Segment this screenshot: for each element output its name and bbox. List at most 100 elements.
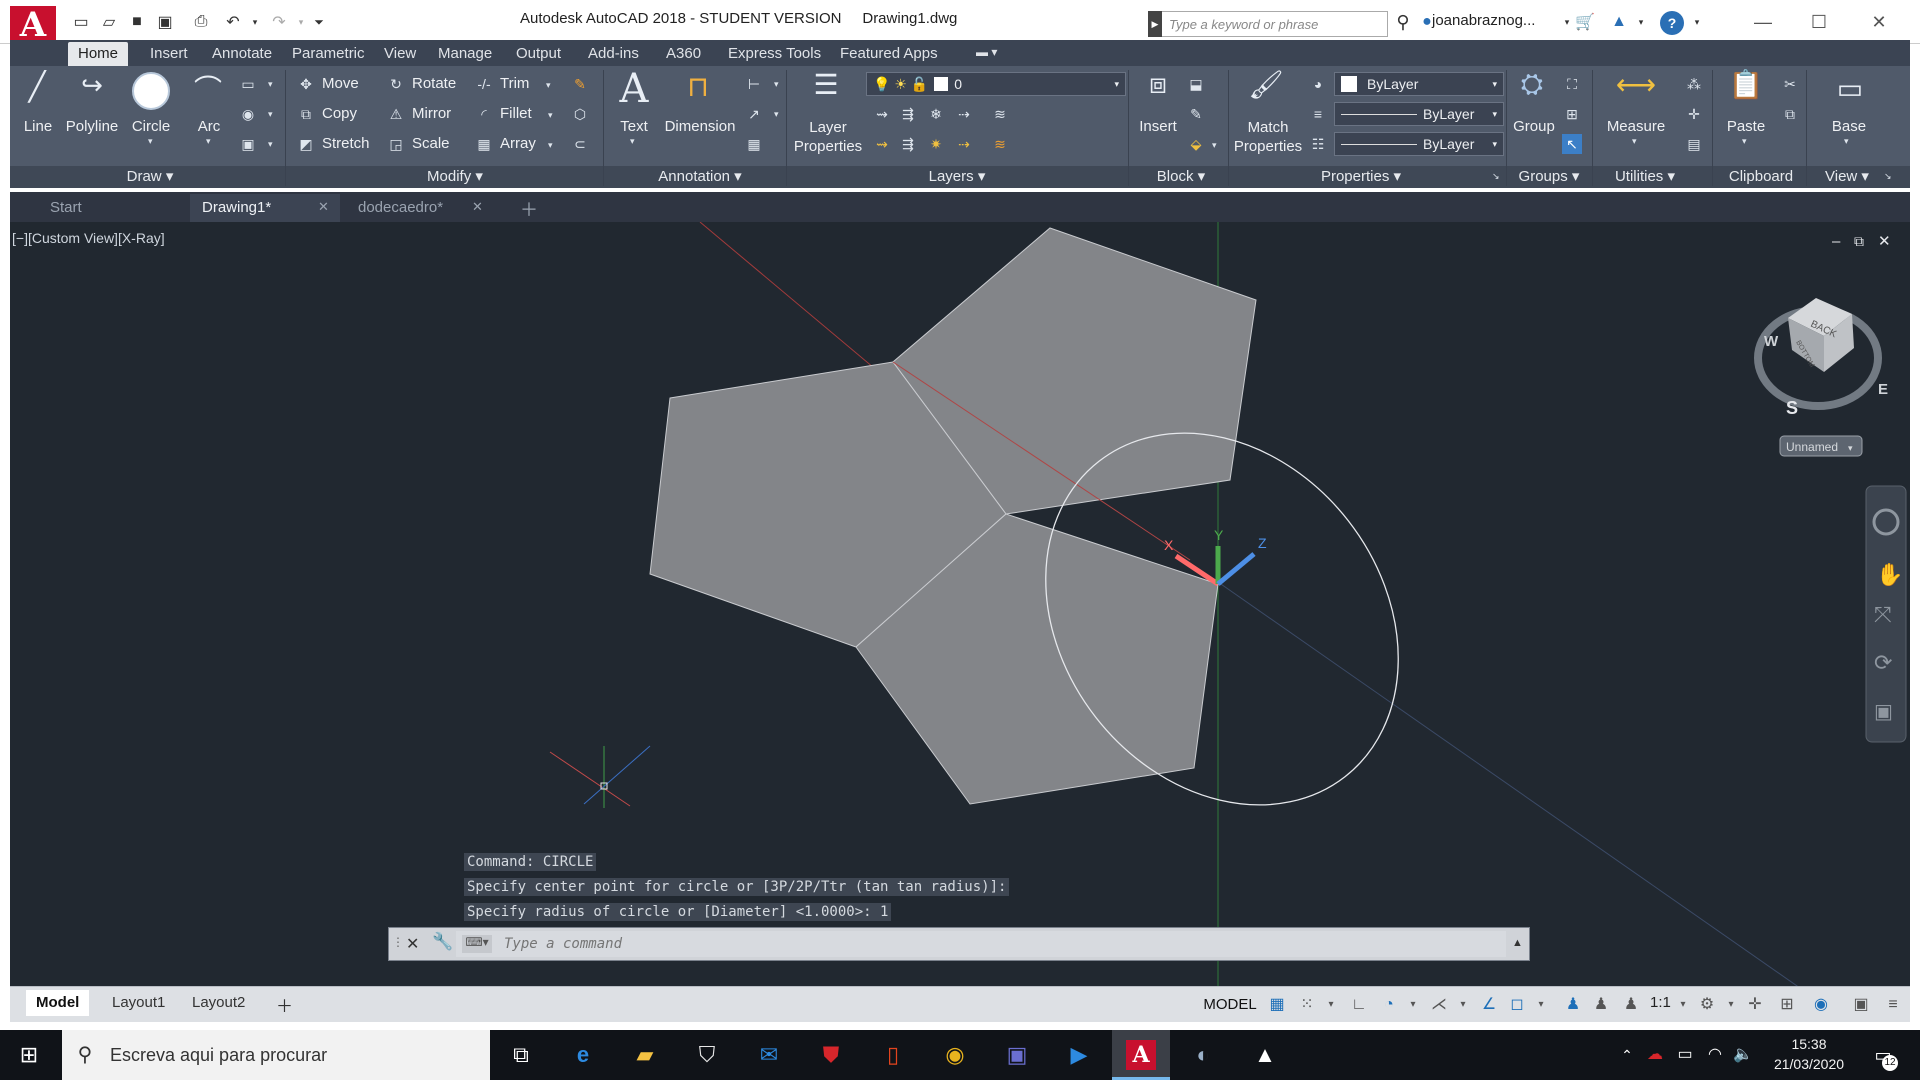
- edit-attributes-icon[interactable]: ⬙: [1186, 134, 1206, 154]
- draw-panel-title[interactable]: Draw ▾: [110, 167, 190, 187]
- auto-scale-icon[interactable]: ♟: [1590, 994, 1612, 1016]
- close-dodecaedro-icon[interactable]: ✕: [472, 199, 483, 215]
- snap-dropdown-icon[interactable]: ▾: [1320, 994, 1342, 1016]
- a360-icon[interactable]: ▲: [1608, 12, 1630, 32]
- compass-west[interactable]: W: [1764, 333, 1779, 350]
- tab-start[interactable]: Start: [38, 194, 186, 222]
- edit-attributes-dropdown-icon[interactable]: ▾: [1212, 140, 1217, 151]
- isodraft-dropdown-icon[interactable]: ▾: [1452, 994, 1474, 1016]
- calculator-icon[interactable]: ▤: [1684, 134, 1704, 154]
- show-hidden-icons[interactable]: ⌃: [1612, 1040, 1642, 1070]
- tab-insert[interactable]: Insert: [140, 42, 198, 66]
- layer-dropdown[interactable]: 💡 ☀ 🔓 0 ▾: [866, 72, 1126, 96]
- dimension-tool[interactable]: Dimension: [660, 118, 740, 135]
- close-drawing1-icon[interactable]: ✕: [318, 199, 329, 215]
- trim-tool[interactable]: Trim: [500, 75, 529, 92]
- layer-on-icon[interactable]: ⇝: [872, 134, 892, 154]
- open-icon[interactable]: ▱: [98, 12, 120, 32]
- new-icon[interactable]: ▭: [70, 12, 92, 32]
- measure-dropdown-icon[interactable]: ▾: [1632, 136, 1637, 147]
- volume-icon[interactable]: 🔈: [1728, 1040, 1758, 1070]
- properties-dialog-launcher-icon[interactable]: ↘: [1492, 171, 1500, 182]
- viewport-restore-icon[interactable]: ⧉: [1854, 234, 1864, 250]
- text-tool[interactable]: Text: [612, 118, 656, 135]
- tab-parametric[interactable]: Parametric: [282, 42, 375, 66]
- pan-icon[interactable]: ✋: [1876, 562, 1903, 588]
- tab-output[interactable]: Output: [506, 42, 571, 66]
- polar-icon[interactable]: ◔: [1378, 994, 1400, 1016]
- tab-manage[interactable]: Manage: [428, 42, 502, 66]
- drawing-canvas[interactable]: X Y Z BACK BOTTOM W E S Unnamed ▾ ✋ ⤧ ⟳ …: [10, 222, 1910, 988]
- text-dropdown-icon[interactable]: ▾: [630, 136, 635, 147]
- paste-dropdown-icon[interactable]: ▾: [1742, 136, 1747, 147]
- copy-clip-icon[interactable]: ⧉: [1780, 104, 1800, 124]
- viewport-close-icon[interactable]: ✕: [1878, 232, 1891, 250]
- utilities-panel-title[interactable]: Utilities ▾: [1600, 167, 1690, 187]
- copy-tool[interactable]: Copy: [322, 105, 357, 122]
- linear-dimension-dropdown-icon[interactable]: ▾: [774, 79, 779, 90]
- isodraft-icon[interactable]: ⋌: [1428, 994, 1450, 1016]
- circle-dropdown-icon[interactable]: ▾: [148, 136, 153, 147]
- layers-panel-title[interactable]: Layers ▾: [912, 167, 1002, 187]
- compass-south[interactable]: S: [1786, 398, 1798, 418]
- rotate-tool[interactable]: Rotate: [412, 75, 456, 92]
- command-history-toggle-icon[interactable]: ▲: [1512, 937, 1523, 949]
- layer-isolate-icon[interactable]: ⇶: [898, 104, 918, 124]
- zoom-extents-icon[interactable]: ⤧: [1874, 603, 1892, 628]
- circle-tool[interactable]: Circle: [124, 118, 178, 135]
- move-tool[interactable]: Move: [322, 75, 359, 92]
- sign-in-username[interactable]: joanabraznog...: [1432, 12, 1535, 29]
- hardware-acceleration-icon[interactable]: ◉: [1810, 994, 1832, 1016]
- undo-dropdown-icon[interactable]: ▾: [244, 12, 266, 32]
- model-space-button[interactable]: MODEL: [1202, 992, 1258, 1016]
- cart-icon[interactable]: 🛒: [1574, 12, 1596, 32]
- trim-dropdown-icon[interactable]: ▾: [546, 80, 551, 91]
- scale-dropdown-icon[interactable]: ▾: [1672, 994, 1694, 1016]
- color-dropdown[interactable]: ByLayer ▾: [1334, 72, 1504, 96]
- mail-icon[interactable]: ✉: [754, 1040, 784, 1070]
- groups-panel-title[interactable]: Groups ▾: [1512, 167, 1586, 187]
- store-icon[interactable]: ⛉: [692, 1040, 722, 1070]
- save-icon[interactable]: ■: [126, 12, 148, 32]
- add-layout-icon[interactable]: ＋: [266, 990, 303, 1016]
- customization-menu-icon[interactable]: ≡: [1882, 994, 1904, 1016]
- object-snap-dropdown-icon[interactable]: ▾: [1530, 994, 1552, 1016]
- command-line-grip-icon[interactable]: ⋮: [392, 935, 404, 949]
- tab-add-ins[interactable]: Add-ins: [578, 42, 649, 66]
- customize-quick-access-icon[interactable]: ⏷: [308, 12, 330, 32]
- group-tool[interactable]: Group: [1510, 118, 1558, 135]
- command-close-icon[interactable]: ✕: [406, 934, 419, 954]
- ortho-icon[interactable]: ∟: [1348, 994, 1370, 1016]
- layer-properties-tool[interactable]: Layer Properties: [790, 118, 866, 156]
- tab-layout1[interactable]: Layout1: [102, 990, 175, 1016]
- table-icon[interactable]: ▦: [744, 134, 764, 154]
- help-icon[interactable]: ?: [1660, 11, 1684, 35]
- leader-icon[interactable]: ↗: [744, 104, 764, 124]
- arc-tool[interactable]: Arc: [190, 118, 228, 135]
- linetype-dropdown[interactable]: ByLayer ▾: [1334, 132, 1504, 156]
- maximize-button[interactable]: ☐: [1796, 6, 1842, 38]
- offset-icon[interactable]: ⊂: [570, 134, 590, 154]
- layer-match-icon[interactable]: ≋: [990, 104, 1010, 124]
- color-wheel-icon[interactable]: ◕: [1308, 74, 1328, 94]
- command-customize-icon[interactable]: 🔧: [432, 932, 453, 952]
- polar-dropdown-icon[interactable]: ▾: [1402, 994, 1424, 1016]
- photos-icon[interactable]: ▲: [1250, 1040, 1280, 1070]
- point-icon[interactable]: ✛: [1684, 104, 1704, 124]
- edit-block-icon[interactable]: ✎: [1186, 104, 1206, 124]
- layer-off-icon[interactable]: ⇝: [872, 104, 892, 124]
- tab-annotate[interactable]: Annotate: [202, 42, 282, 66]
- command-prompt-icon[interactable]: ⌨▾: [462, 935, 492, 953]
- annotation-panel-title[interactable]: Annotation ▾: [640, 167, 760, 187]
- show-motion-icon[interactable]: ▣: [1874, 699, 1893, 723]
- windows-start-icon[interactable]: ⊞: [14, 1040, 44, 1070]
- paint-3d-icon[interactable]: ◐: [1188, 1040, 1218, 1070]
- isolate-objects-icon[interactable]: ▣: [1850, 994, 1872, 1016]
- array-tool[interactable]: Array: [500, 135, 536, 152]
- match-properties-tool[interactable]: Match Properties: [1228, 118, 1308, 156]
- linear-dimension-icon[interactable]: ⊢: [744, 74, 764, 94]
- array-dropdown-icon[interactable]: ▾: [548, 140, 553, 151]
- edge-icon[interactable]: e: [568, 1040, 598, 1070]
- fillet-dropdown-icon[interactable]: ▾: [548, 110, 553, 121]
- erase-icon[interactable]: ✎: [570, 74, 590, 94]
